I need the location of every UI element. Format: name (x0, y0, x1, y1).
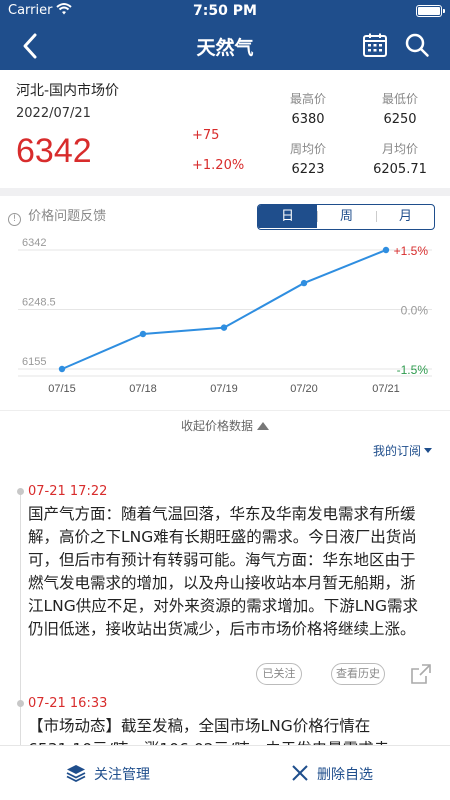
right-tick-label: 0.0% (401, 304, 429, 318)
feedback-label: 价格问题反馈 (28, 209, 107, 224)
stat-month-avg: 月均价 6205.71 (355, 140, 445, 177)
share-icon[interactable] (410, 663, 432, 685)
stat-value: 6205.71 (373, 162, 427, 177)
manage-label: 关注管理 (94, 767, 150, 783)
price-change: +75 (192, 128, 220, 143)
close-icon (292, 765, 308, 781)
stat-value: 6380 (291, 112, 325, 127)
x-tick-label: 07/15 (48, 383, 76, 395)
timeline-dot (17, 488, 24, 495)
nav-bar: 天然气 (0, 22, 450, 70)
x-tick-label: 07/21 (372, 383, 400, 395)
price-feedback-link[interactable]: ! 价格问题反馈 (8, 205, 106, 226)
stat-week-avg: 周均价 6223 (263, 140, 353, 177)
price-line-chart: 6342 +1.5% 6248.5 0.0% 6155 -1.5% 07/15 07/18 07… (18, 237, 432, 395)
y-tick-label: 6155 (22, 356, 46, 368)
followed-button[interactable]: 已关注 (256, 663, 302, 685)
dropdown-arrow-icon (424, 448, 432, 453)
x-tick-label: 07/18 (129, 383, 157, 395)
data-point (300, 279, 308, 287)
tab-day[interactable]: 日 (258, 205, 317, 228)
collapse-label: 收起价格数据 (180, 419, 253, 433)
tab-week[interactable]: 周 (317, 205, 376, 228)
stat-label: 周均价 (289, 142, 326, 156)
my-subscription-dropdown[interactable]: 我的订阅 (373, 442, 432, 459)
calendar-icon[interactable] (362, 32, 388, 58)
data-point (220, 324, 228, 331)
search-icon[interactable] (404, 32, 430, 58)
stat-label: 最低价 (381, 92, 418, 106)
data-point (58, 365, 66, 373)
subscription-label: 我的订阅 (372, 444, 421, 458)
stat-value: 6250 (383, 112, 417, 127)
tab-month[interactable]: 月 (376, 205, 434, 228)
data-point (382, 246, 390, 254)
news-time: 07-21 17:22 (28, 484, 108, 499)
y-tick-label: 6342 (22, 237, 46, 249)
price-change-percent: +1.20% (192, 158, 245, 173)
x-tick-label: 07/19 (210, 383, 238, 395)
right-tick-label: -1.5% (397, 363, 429, 377)
current-price: 6342 (16, 132, 92, 170)
data-point (139, 330, 147, 338)
layers-icon (66, 765, 86, 783)
news-time: 07-21 16:33 (28, 696, 108, 711)
status-bar: Carrier 7:50 PM (0, 0, 450, 22)
remove-label: 删除自选 (317, 767, 373, 783)
news-timeline (20, 490, 21, 750)
clock: 7:50 PM (193, 3, 257, 19)
chart-divider (0, 410, 450, 411)
right-tick-label: +1.5% (394, 244, 429, 258)
remove-watchlist-button[interactable]: 删除自选 (291, 764, 373, 784)
stat-low: 最低价 6250 (355, 90, 445, 127)
stat-label: 最高价 (289, 92, 326, 106)
stat-value: 6223 (291, 162, 325, 177)
y-tick-label: 6248.5 (22, 297, 56, 309)
region-label: 河北-国内市场价 (16, 83, 120, 99)
collapse-price-data-button[interactable]: 收起价格数据 (0, 417, 450, 434)
timeline-dot (17, 700, 24, 707)
price-date: 2022/07/21 (16, 106, 91, 121)
section-divider (0, 188, 450, 196)
price-summary: 河北-国内市场价 2022/07/21 6342 +75 +1.20% 最高价 … (0, 70, 450, 188)
stat-high: 最高价 6380 (263, 90, 353, 127)
period-selector: 日 周 月 (257, 204, 435, 230)
bottom-toolbar: 关注管理 删除自选 (0, 745, 450, 800)
x-tick-label: 07/20 (290, 383, 318, 395)
info-icon: ! (8, 213, 21, 226)
news-text[interactable]: 【市场动态】截至发稿，全国市场LNG价格行情在6531.10元/吨，涨106.0… (28, 715, 428, 745)
stat-label: 月均价 (381, 142, 418, 156)
battery-icon (416, 5, 445, 17)
view-history-button[interactable]: 查看历史 (331, 663, 385, 685)
follow-manage-button[interactable]: 关注管理 (66, 764, 150, 784)
news-text[interactable]: 国产气方面：随着气温回落，华东及华南发电需求有所缓解，高价之下LNG难有长期旺盛… (28, 503, 428, 653)
collapse-arrow-icon (257, 422, 269, 430)
